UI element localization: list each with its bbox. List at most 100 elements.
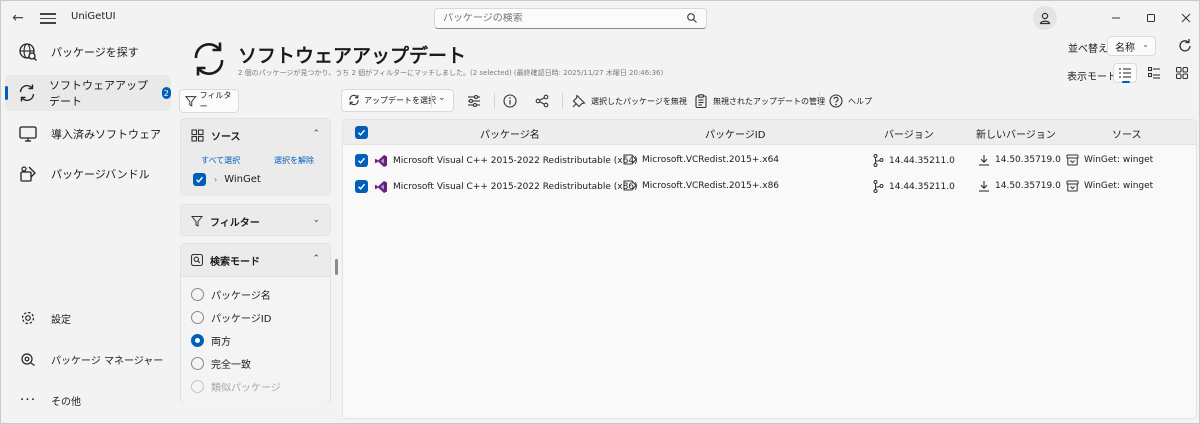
ignore-selected-button[interactable]: 選択したパッケージを無視 [572,90,687,112]
update-selected-split-button[interactable]: アップデートを選択 ⌄ [341,89,454,112]
source-cell: WinGet: winget [1066,154,1153,166]
help-button[interactable]: ヘルプ [829,90,872,112]
view-grid-button[interactable] [1170,63,1194,83]
chevron-right-icon[interactable]: › [214,175,217,184]
column-header-name[interactable]: パッケージ名 [480,126,540,141]
radio-label: パッケージID [211,314,272,325]
deselect-all-link[interactable]: 選択を解除 [274,155,314,166]
package-source: WinGet: winget [1084,155,1154,165]
package-name: Microsoft Visual C++ 2015-2022 Redistrib… [393,182,638,192]
radio-button[interactable] [191,288,204,301]
radio-button[interactable] [191,311,204,324]
nav-managers-label: パッケージ マネージャー [51,355,164,367]
column-header-id[interactable]: パッケージID [705,126,765,141]
checkmark-icon [358,183,366,190]
sources-panel-header[interactable]: ソース ⌃ [181,119,330,151]
sync-icon [349,94,359,106]
nav-settings-label: 設定 [51,314,71,326]
close-button[interactable] [1177,9,1195,27]
sync-arrows-icon [194,42,224,76]
sources-panel: ソース ⌃ すべて選択 選択を解除 › WinGet [180,118,331,196]
update-selected-button[interactable]: アップデートを選択 [348,94,436,106]
chevron-down-icon[interactable]: ⌄ [438,93,446,103]
source-cell: WinGet: winget [1066,180,1153,192]
radio-button[interactable] [191,357,204,370]
clipboard-list-icon [695,94,707,108]
column-header-source[interactable]: ソース [1112,126,1142,141]
version-cell: 14.44.35211.0 [873,180,955,193]
nav-discover-packages[interactable]: パッケージを探す [5,34,171,70]
maximize-button[interactable] [1142,9,1160,27]
search-field[interactable] [434,8,707,29]
panel-scrollbar[interactable] [335,259,338,275]
active-indicator [5,86,8,100]
search-icon[interactable] [686,12,698,27]
sort-select[interactable]: 名称 ⌄ [1107,36,1156,56]
back-arrow-icon[interactable]: ← [9,10,27,26]
app-title: UniGetUI [71,11,116,22]
radio-label: 類似パッケージ [211,383,281,394]
nav-settings[interactable]: 設定 [5,300,171,336]
branch-icon [873,180,884,193]
new-version-cell: 14.50.35719.0 [978,154,1061,166]
refresh-button[interactable] [1176,37,1194,55]
toolbar-separator [494,93,495,109]
chevron-down-icon: ⌄ [1142,40,1149,49]
ignore-selected-label: 選択したパッケージを無視 [591,96,687,106]
search-input[interactable] [443,13,683,24]
nav-installed-software[interactable]: 導入済みソフトウェア [5,116,171,152]
update-selected-label: アップデートを選択 [364,95,436,105]
installed-computer-icon [17,123,39,145]
nav-more[interactable]: ··· その他 [5,382,171,418]
share-button[interactable] [533,90,555,112]
branch-icon [873,154,884,167]
refresh-icon [1179,39,1191,52]
column-header-new-version[interactable]: 新しいバージョン [976,126,1056,141]
globe-search-icon [17,41,39,63]
more-dots-icon: ··· [19,392,37,408]
view-list-button[interactable] [1113,63,1137,83]
sources-grid-icon [191,128,204,142]
filter-toggle-label: フィルター [199,91,232,111]
row-checkbox[interactable] [355,180,368,193]
sort-value: 名称 [1115,42,1135,54]
new-version: 14.50.35719.0 [995,181,1061,191]
nav-software-updates[interactable]: ソフトウェアアップデート 2 [5,75,171,111]
options-button[interactable] [465,90,487,112]
list-view-icon [1119,68,1131,78]
search-mode-option[interactable]: 完全一致 [191,356,251,371]
filter-panel[interactable]: フィルター ⌄ [180,204,331,236]
filter-toggle-button[interactable]: フィルター [179,89,239,113]
radio-label: 完全一致 [211,360,251,371]
package-manager-icon [17,348,39,370]
filter-panel-header[interactable]: フィルター ⌄ [181,205,330,237]
view-detail-button[interactable] [1142,63,1166,83]
user-avatar-button[interactable] [1033,6,1057,30]
nav-package-managers[interactable]: パッケージ マネージャー [5,341,171,377]
radio-button-selected[interactable] [191,334,204,347]
select-all-checkbox[interactable] [355,126,368,139]
select-all-link[interactable]: すべて選択 [201,155,240,166]
search-mode-option-disabled: 類似パッケージ [191,379,281,394]
search-mode-option[interactable]: パッケージID [191,310,271,325]
source-checkbox[interactable] [193,173,206,186]
nav-discover-label: パッケージを探す [51,46,139,59]
search-mode-header[interactable]: 検索モード ⌃ [181,244,330,276]
search-mode-option[interactable]: パッケージ名 [191,287,271,302]
column-header-version[interactable]: バージョン [884,126,934,141]
search-mode-option[interactable]: 両方 [191,333,231,348]
close-icon [1181,13,1191,23]
user-icon [1039,12,1051,25]
row-checkbox[interactable] [355,154,368,167]
table-row[interactable]: Microsoft Visual C++ 2015-2022 Redistrib… [343,173,1196,199]
source-item-winget[interactable]: › WinGet [193,173,261,186]
manage-ignored-button[interactable]: 無視されたアップデートの管理 [694,90,825,112]
package-box-icon [1066,180,1079,192]
minimize-button[interactable] [1107,9,1125,27]
hamburger-menu-icon[interactable] [39,10,57,26]
table-row[interactable]: Microsoft Visual C++ 2015-2022 Redistrib… [343,147,1196,173]
nav-package-bundles[interactable]: パッケージバンドル [5,156,171,192]
details-button[interactable] [501,90,523,112]
maximize-icon [1147,14,1155,22]
package-id: Microsoft.VCRedist.2015+.x64 [642,154,780,165]
